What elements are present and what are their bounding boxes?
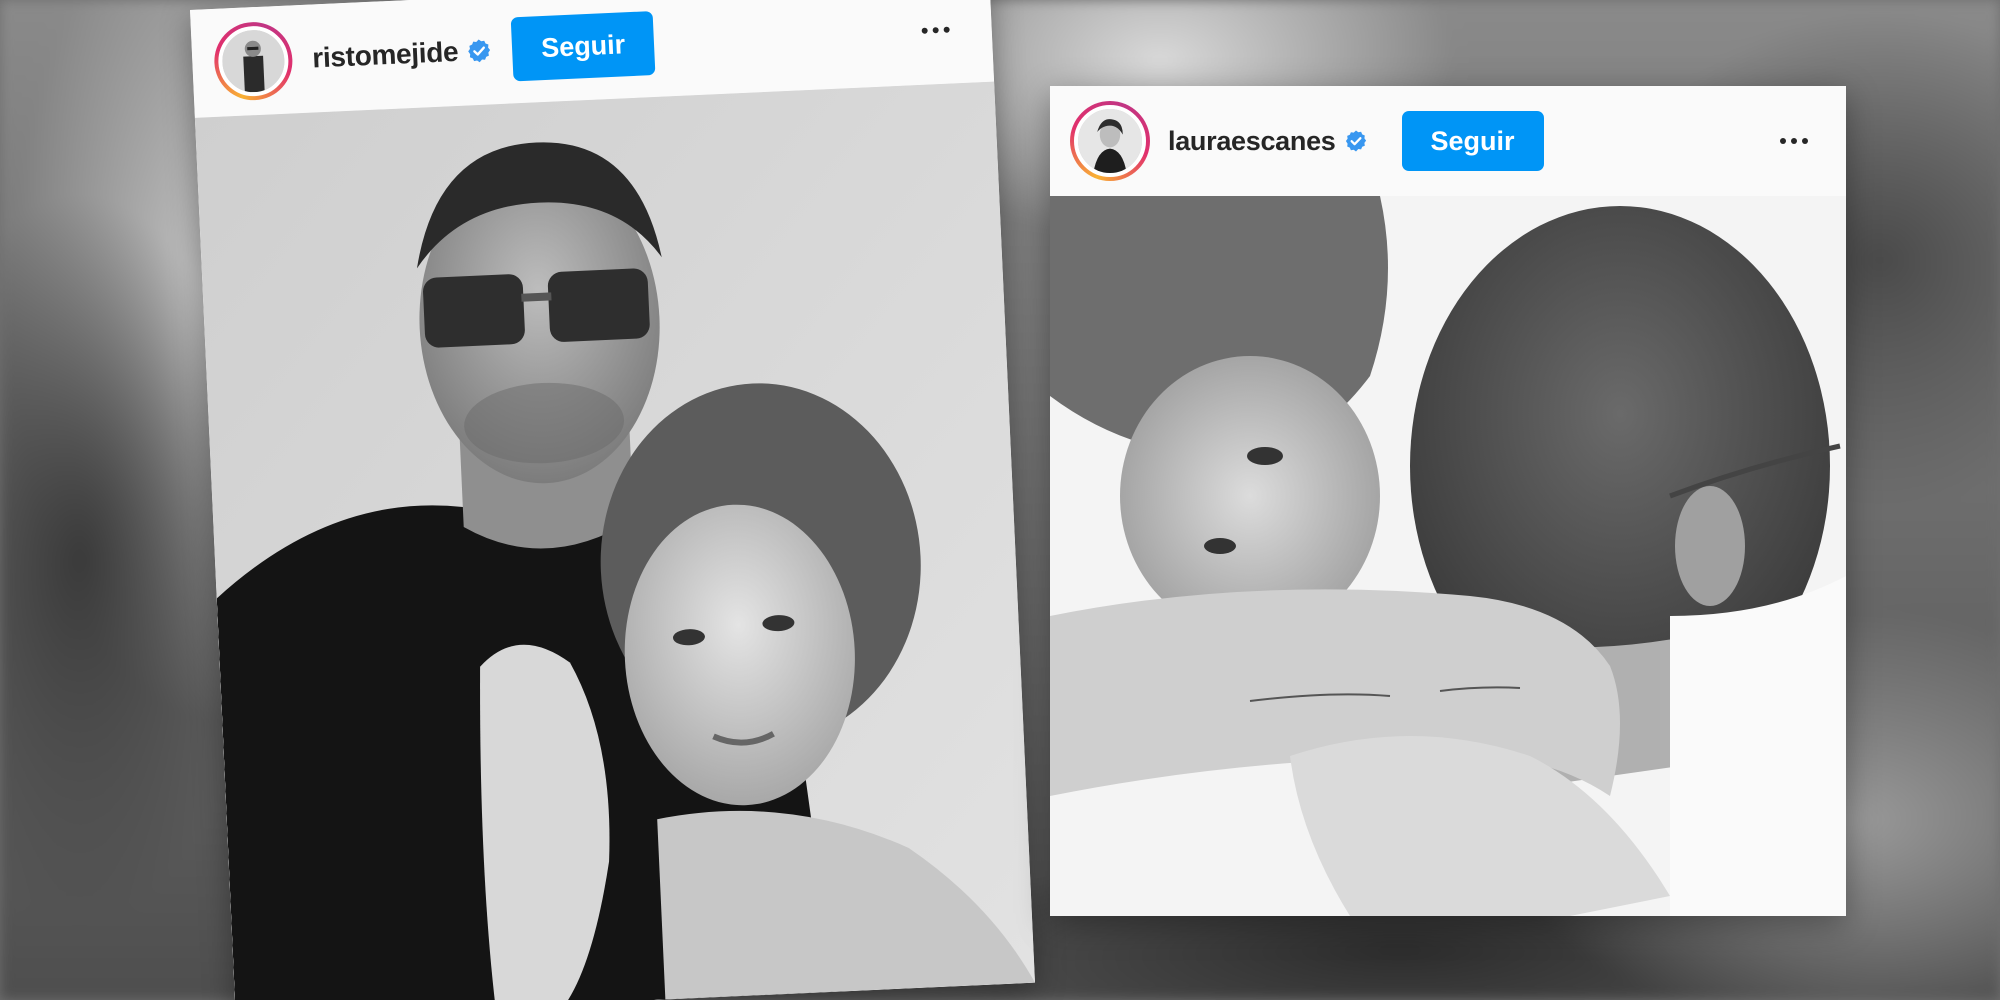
story-ring[interactable]	[1070, 101, 1150, 181]
follow-button[interactable]: Seguir	[510, 11, 656, 82]
photo-image	[1050, 196, 1846, 916]
avatar[interactable]	[216, 24, 290, 98]
verified-badge-icon	[1344, 129, 1368, 153]
avatar-image	[221, 28, 286, 94]
post-card-lauraescanes: lauraescanes Seguir	[1050, 86, 1846, 916]
verified-badge-icon	[466, 37, 493, 64]
post-photo[interactable]	[194, 81, 1035, 1000]
post-photo[interactable]	[1050, 196, 1846, 916]
photo-image	[194, 81, 1035, 1000]
follow-button[interactable]: Seguir	[1401, 111, 1544, 171]
avatar[interactable]	[1074, 105, 1146, 177]
post-card-ristomejide: ristomejide Seguir	[190, 0, 1035, 1000]
username[interactable]: ristomejide	[312, 36, 459, 75]
username[interactable]: lauraescanes	[1168, 126, 1336, 157]
more-options-icon[interactable]	[913, 18, 958, 42]
story-ring[interactable]	[212, 20, 295, 102]
post-header: lauraescanes Seguir	[1050, 86, 1846, 196]
avatar-image	[1078, 109, 1142, 173]
more-options-icon[interactable]	[1772, 130, 1816, 152]
